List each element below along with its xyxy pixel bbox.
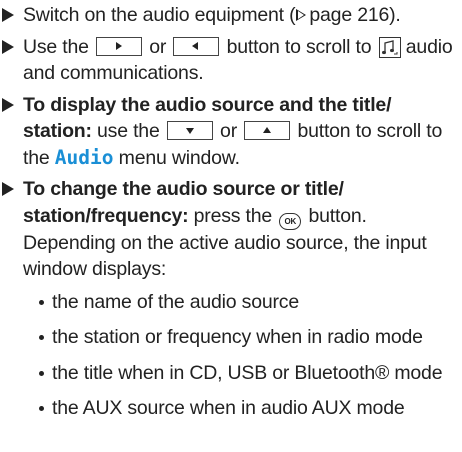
step-2-text-1: Use the bbox=[23, 35, 89, 58]
step-3-text-2: or bbox=[220, 120, 237, 142]
instruction-page: Switch on the audio equipment ( page 216)… bbox=[0, 0, 462, 452]
step-2-text-2: or bbox=[149, 35, 167, 58]
audio-menu-name: Audio bbox=[54, 145, 114, 169]
step-bullet-icon bbox=[2, 39, 14, 54]
down-arrow-button-icon bbox=[166, 121, 213, 140]
step-3-text-4: menu window. bbox=[118, 146, 240, 169]
list-item: the station or frequency when in radio m… bbox=[37, 324, 462, 351]
step-1-page-ref: page 216 bbox=[309, 4, 390, 26]
right-arrow-button-icon bbox=[96, 36, 143, 56]
step-3: To display the audio source and the titl… bbox=[0, 92, 462, 172]
step-1-text-post: ). bbox=[389, 4, 401, 26]
step-4-text-1: press the bbox=[193, 204, 273, 227]
list-item: the title when in CD, USB or Bluetooth® … bbox=[37, 360, 462, 387]
step-2: Use the or button to scroll to audio and… bbox=[0, 34, 462, 87]
step-3-text-1: use the bbox=[97, 120, 160, 142]
list-item: the AUX source when in audio AUX mode bbox=[37, 395, 462, 422]
step-1-text-pre: Switch on the audio equipment ( bbox=[23, 4, 296, 26]
list-item: the name of the audio source bbox=[37, 289, 462, 316]
step-1: Switch on the audio equipment ( page 216)… bbox=[0, 2, 462, 29]
left-arrow-button-icon bbox=[173, 36, 220, 56]
step-bullet-icon bbox=[2, 97, 14, 112]
step-4: To change the audio source or title/ sta… bbox=[0, 176, 462, 422]
up-arrow-button-icon bbox=[244, 121, 291, 140]
source-display-list: the name of the audio source the station… bbox=[23, 289, 462, 422]
ok-button-icon: OK bbox=[279, 212, 302, 230]
step-bullet-icon bbox=[2, 182, 14, 196]
step-bullet-icon bbox=[2, 8, 14, 22]
page-reference-icon bbox=[296, 9, 307, 21]
audio-icon bbox=[378, 36, 401, 58]
step-2-text-3: button to scroll to bbox=[226, 35, 372, 58]
